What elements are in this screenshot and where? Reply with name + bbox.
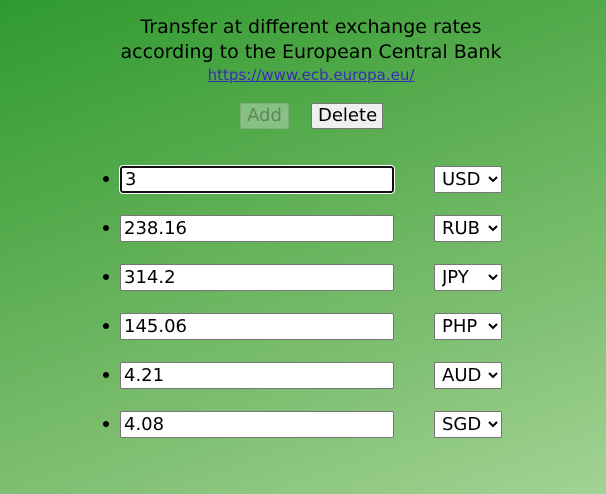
amount-input[interactable] xyxy=(120,264,394,291)
amount-input[interactable] xyxy=(120,215,394,242)
delete-button[interactable]: Delete xyxy=(311,103,383,129)
bullet xyxy=(103,274,109,280)
list-item: JPY xyxy=(0,262,606,292)
bullet xyxy=(103,176,109,182)
bullet xyxy=(103,323,109,329)
list-item: USD xyxy=(0,164,606,194)
bullet xyxy=(103,225,109,231)
list-item: SGD xyxy=(0,409,606,439)
amount-input[interactable] xyxy=(120,313,394,340)
currency-select[interactable]: RUB xyxy=(434,215,502,242)
ecb-link[interactable]: https://www.ecb.europa.eu/ xyxy=(208,67,415,84)
page-title-line-1: Transfer at different exchange rates xyxy=(140,16,482,38)
bullet xyxy=(103,372,109,378)
amount-input[interactable] xyxy=(120,362,394,389)
page-title-line-2: according to the European Central Bank xyxy=(120,41,502,63)
add-button[interactable]: Add xyxy=(240,103,289,129)
amount-input[interactable] xyxy=(119,165,395,194)
bullet xyxy=(103,421,109,427)
currency-select[interactable]: AUD xyxy=(434,362,502,389)
currency-select[interactable]: JPY xyxy=(434,264,502,291)
header: Transfer at different exchange rates acc… xyxy=(0,15,606,84)
amount-input[interactable] xyxy=(120,411,394,438)
list-item: PHP xyxy=(0,311,606,341)
currency-select[interactable]: USD xyxy=(434,166,502,193)
currency-select[interactable]: PHP xyxy=(434,313,502,340)
currency-select[interactable]: SGD xyxy=(434,411,502,438)
list-item: AUD xyxy=(0,360,606,390)
list-item: RUB xyxy=(0,213,606,243)
